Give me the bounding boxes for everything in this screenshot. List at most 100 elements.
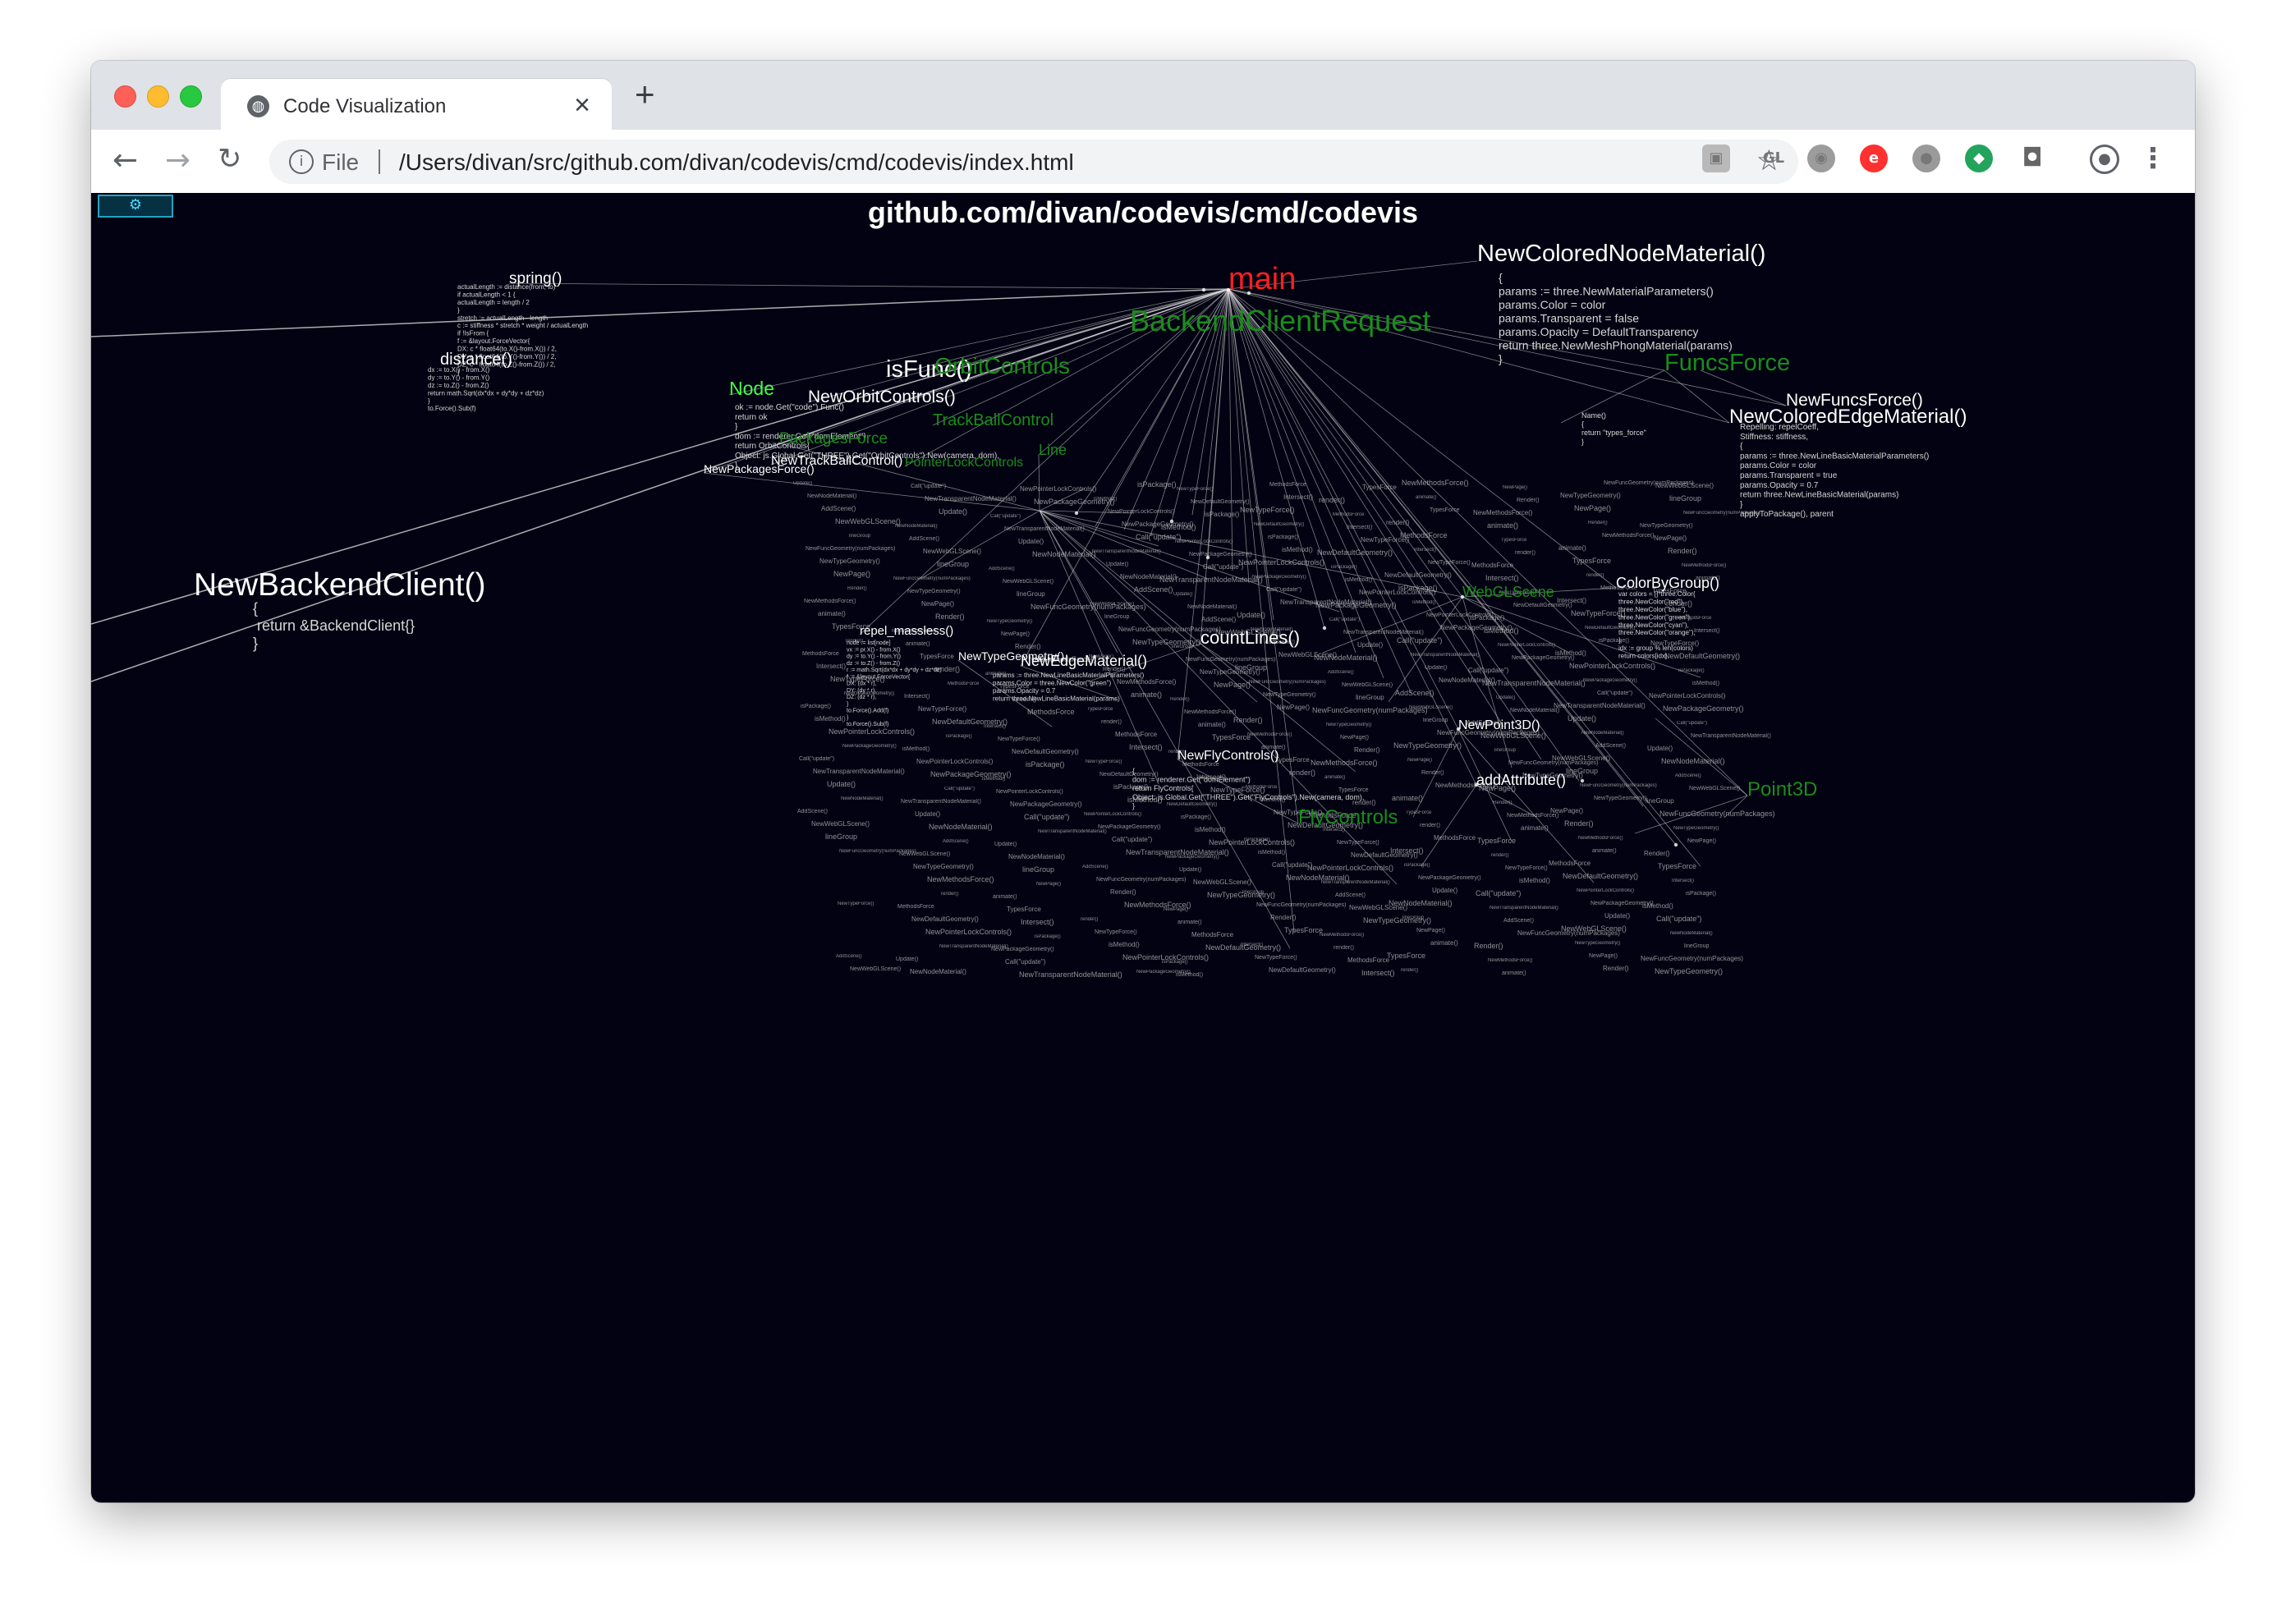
close-tab-button[interactable]: ×: [574, 91, 590, 119]
cluster-code-label: Call("update"): [1112, 836, 1153, 843]
cluster-code-label: NewMethodsForce(): [1247, 732, 1292, 737]
code-visualization-canvas[interactable]: ⚙ {params := three.NewMaterialParameters…: [91, 193, 2195, 1502]
pointer-lock-controls-node[interactable]: PointerLockControls: [905, 456, 1023, 470]
fly-controls-node[interactable]: FlyControls: [1298, 806, 1398, 828]
cluster-code-label: NewTypeForce(): [1571, 609, 1626, 617]
add-attribute-node[interactable]: addAttribute(): [1476, 772, 1566, 788]
new-type-geometry-node[interactable]: NewTypeGeometry(): [958, 649, 1064, 663]
extension-green-icon[interactable]: ◆: [1965, 145, 1993, 172]
graph-edge: [508, 282, 1229, 290]
url-text[interactable]: /Users/divan/src/github.com/divan/codevi…: [399, 149, 1074, 176]
browser-titlebar: ◍ Code Visualization × +: [91, 61, 2195, 131]
new-point3d-node[interactable]: NewPoint3D(): [1458, 718, 1540, 732]
backend-client-request-node[interactable]: BackendClientRequest: [1130, 304, 1430, 337]
cluster-code-label: NewPointerLockControls(): [925, 928, 1012, 936]
webgl-scene-node[interactable]: WebGLScene: [1462, 584, 1554, 600]
extension-screen-icon[interactable]: ▣: [1702, 145, 1730, 172]
cluster-code-label: Render(): [1644, 850, 1670, 857]
back-button[interactable]: ←: [112, 145, 138, 175]
main-node[interactable]: main: [1228, 262, 1296, 296]
cluster-code-label: isPackage(): [1181, 814, 1211, 820]
cluster-code-label: NewTypeGeometry(): [1560, 492, 1621, 499]
graph-node-dot: [1673, 842, 1678, 847]
funcs-force-node[interactable]: FuncsForce: [1664, 350, 1790, 376]
cluster-code-label: TypesForce: [1406, 810, 1432, 815]
cluster-code-label: NewDefaultGeometry(): [1191, 499, 1250, 505]
repel-massless-node[interactable]: repel_massless(): [860, 624, 953, 638]
cluster-code-label: Call("update"): [1397, 636, 1442, 645]
cluster-code-label: Update(): [1179, 867, 1201, 873]
new-tab-button[interactable]: +: [635, 77, 655, 112]
maximize-window-button[interactable]: [180, 85, 202, 108]
cluster-code-label: MethodsForce: [1191, 931, 1234, 938]
cluster-code-label: Intersect(): [1414, 548, 1436, 553]
cluster-code-label: Update(): [1357, 641, 1383, 649]
profile-icon[interactable]: ●: [2090, 145, 2119, 174]
cluster-code-label: isPackage(): [1137, 480, 1177, 489]
cluster-code-label: NewNodeMaterial(): [1187, 604, 1237, 610]
orbit-controls-node[interactable]: OrbitControls: [934, 353, 1070, 378]
cluster-code-label: lineGroup: [849, 534, 871, 539]
cluster-code-label: NewPointerLockControls(): [829, 727, 915, 736]
cluster-code-label: Intersect(): [1260, 797, 1286, 803]
minimize-window-button[interactable]: [147, 85, 169, 108]
extension-red-icon[interactable]: e: [1860, 145, 1888, 172]
forward-button[interactable]: →: [165, 145, 190, 175]
cluster-code-label: Intersect(): [1196, 773, 1226, 781]
extension-chat-icon[interactable]: ●: [1912, 145, 1940, 172]
cluster-code-label: render(): [1319, 496, 1345, 504]
new-packages-force-node[interactable]: NewPackagesForce(): [704, 462, 815, 475]
browser-menu-icon[interactable]: ⋮: [2139, 145, 2167, 172]
packages-force-node[interactable]: PackagesForce: [779, 430, 888, 447]
graph-edge: [703, 472, 1040, 512]
extension-gl-icon[interactable]: GL: [1754, 145, 1793, 172]
count-lines-node[interactable]: countLines(): [1200, 627, 1300, 648]
cluster-code-label: Call("update"): [1024, 813, 1069, 821]
close-window-button[interactable]: [114, 85, 136, 108]
cluster-code-label: AddScene(): [909, 536, 939, 542]
new-colored-node-material-node[interactable]: NewColoredNodeMaterial(): [1477, 241, 1765, 267]
cluster-code-label: animate(): [1198, 721, 1226, 728]
code-graph-svg[interactable]: {params := three.NewMaterialParameters()…: [91, 193, 2195, 1502]
cluster-code-label: isMethod(): [815, 715, 846, 723]
info-icon[interactable]: i: [289, 149, 314, 174]
color-by-group-node[interactable]: ColorByGroup(): [1616, 575, 1719, 591]
cluster-code-label: NewNodeMaterial(): [1032, 550, 1096, 558]
cluster-code-label: Update(): [1568, 714, 1596, 723]
cluster-code-label: NewDefaultGeometry(): [1099, 772, 1159, 778]
node-node[interactable]: Node: [729, 378, 774, 399]
new-fly-controls-node[interactable]: NewFlyControls(): [1177, 749, 1279, 763]
new-backend-client-node[interactable]: NewBackendClient(): [194, 567, 485, 603]
spring-node[interactable]: spring(): [509, 270, 562, 287]
address-bar[interactable]: i File /Users/divan/src/github.com/divan…: [269, 140, 1798, 184]
cluster-code-label: NewPointerLockControls(): [1238, 558, 1324, 567]
cluster-code-label: MethodsForce: [1027, 708, 1075, 716]
browser-tab[interactable]: ◍ Code Visualization ×: [221, 79, 612, 130]
cluster-code-label: NewWebGLScene(): [1561, 924, 1627, 933]
trackball-control-node[interactable]: TrackBallControl: [933, 411, 1053, 429]
cluster-code-label: Intersect(): [1672, 879, 1694, 883]
extension-globe-icon[interactable]: ◉: [1807, 145, 1835, 172]
graph-node-dot: [1456, 727, 1461, 732]
cluster-code-label: lineGroup: [1646, 797, 1674, 805]
distance-node[interactable]: distance(): [440, 351, 512, 369]
cluster-code-label: TypesForce: [1275, 756, 1310, 764]
line-node[interactable]: Line: [1039, 442, 1067, 458]
camera-icon[interactable]: ◘: [2018, 145, 2046, 172]
cluster-code-label: NewTransparentNodeMaterial(): [813, 768, 905, 775]
cluster-code-label: Update(): [896, 957, 918, 962]
cluster-code-label: Call("update"): [944, 787, 975, 791]
reload-button[interactable]: ↻: [218, 145, 241, 175]
cluster-code-label: NewMethodsForce(): [1602, 533, 1654, 539]
cluster-code-label: NewTypeForce(): [1255, 955, 1297, 961]
new-colored-edge-material-node[interactable]: NewColoredEdgeMaterial(): [1729, 406, 1967, 428]
cluster-code-label: NewMethodsForce(): [927, 875, 994, 883]
cluster-code-label: NewTransparentNodeMaterial(): [1321, 880, 1390, 885]
cluster-code-label: lineGroup: [1423, 718, 1448, 723]
new-orbit-controls-node[interactable]: NewOrbitControls(): [808, 388, 956, 406]
cluster-code-label: MethodsForce: [948, 681, 980, 686]
cluster-code-label: isPackage(): [1331, 565, 1357, 570]
point3d-node[interactable]: Point3D: [1747, 778, 1817, 801]
cluster-code-label: Render(): [1110, 888, 1136, 896]
cluster-code-label: Intersect(): [904, 694, 930, 700]
